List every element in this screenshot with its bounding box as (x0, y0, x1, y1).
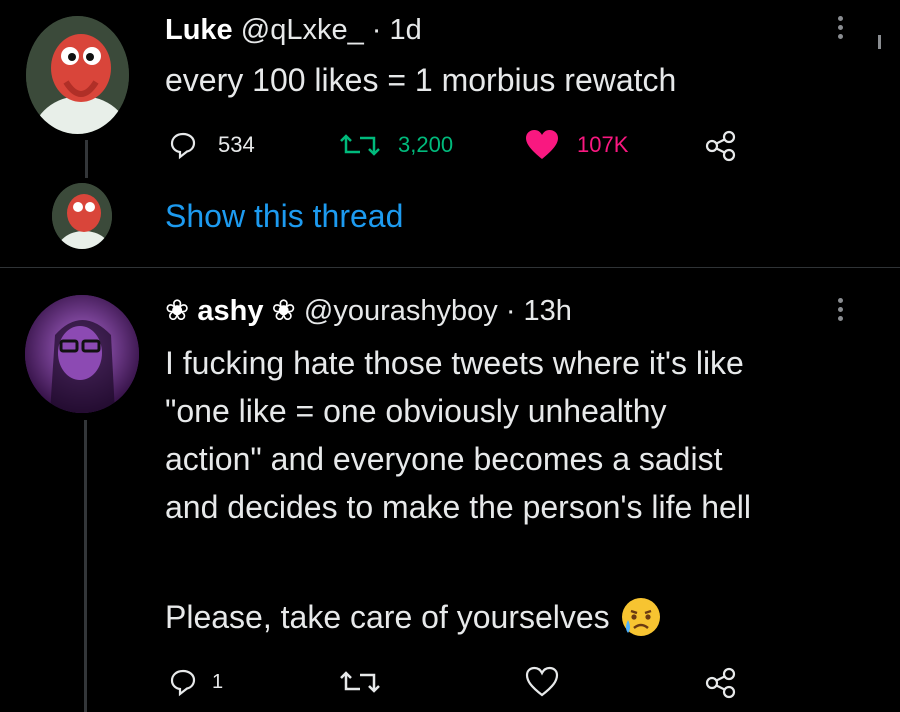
crying-face-icon (621, 598, 660, 636)
reply-button[interactable]: 1 (168, 667, 223, 697)
share-button[interactable] (705, 667, 737, 699)
tweet-divider (0, 267, 900, 268)
tweet1-text: every 100 likes = 1 morbius rewatch (165, 62, 677, 98)
like-count: 107K (577, 132, 629, 157)
like-button[interactable]: 107K (525, 129, 628, 161)
share-icon (705, 130, 736, 162)
reply-icon (170, 132, 196, 160)
author-name[interactable]: Luke (165, 14, 233, 46)
zoidberg-avatar-small-image (52, 183, 112, 249)
more-options-icon[interactable] (838, 16, 844, 43)
author-handle[interactable]: @yourashyboy (304, 295, 498, 327)
timestamp[interactable]: 1d (390, 14, 422, 46)
tweet2-text: I fucking hate those tweets where it's l… (165, 339, 751, 531)
share-icon (705, 667, 736, 699)
zoidberg-avatar-image (26, 16, 129, 134)
retweet-button[interactable] (340, 667, 380, 697)
tweet2-header: ❀ ashy ❀ @yourashyboy · 13h (165, 293, 572, 328)
tweet2-line-1: I fucking hate those tweets where it's l… (165, 345, 744, 381)
reply-count: 1 (212, 670, 224, 693)
like-button[interactable] (525, 666, 559, 698)
retweet-icon (340, 671, 380, 693)
ashy-avatar-image (25, 295, 139, 413)
retweet-icon (340, 134, 380, 156)
author-name[interactable]: ❀ ashy ❀ (165, 295, 296, 327)
reply-icon (170, 669, 196, 697)
scrollbar[interactable] (878, 35, 881, 49)
share-button[interactable] (705, 130, 737, 162)
separator-dot: · (371, 14, 382, 46)
retweet-count: 3,200 (398, 132, 454, 157)
thread-connector (85, 140, 88, 178)
tweet2-line-3: action" and everyone becomes a sadist (165, 441, 723, 477)
tweet1-header: Luke @qLxke_ · 1d (165, 14, 422, 47)
tweet2-last-line: Please, take care of yourselves (165, 593, 662, 641)
thread-connector-2 (84, 420, 87, 712)
separator-dot: · (505, 295, 516, 327)
reply-count: 534 (218, 132, 255, 157)
avatar-luke[interactable] (26, 16, 129, 134)
tweet2-line-5: Please, take care of yourselves (165, 599, 610, 635)
tweet2-line-4: and decides to make the person's life he… (165, 489, 752, 525)
retweet-button[interactable]: 3,200 (340, 130, 453, 160)
avatar-luke-small[interactable] (52, 183, 112, 249)
heart-outline-icon (525, 666, 559, 697)
author-handle[interactable]: @qLxke_ (241, 14, 364, 46)
show-thread-link[interactable]: Show this thread (165, 198, 403, 235)
avatar-ashy[interactable] (25, 295, 139, 413)
reply-button[interactable]: 534 (168, 130, 255, 160)
heart-filled-icon (526, 130, 558, 159)
more-options-icon[interactable] (838, 298, 844, 325)
timestamp[interactable]: 13h (524, 295, 572, 327)
tweet2-line-2: "one like = one obviously unhealthy (165, 393, 667, 429)
